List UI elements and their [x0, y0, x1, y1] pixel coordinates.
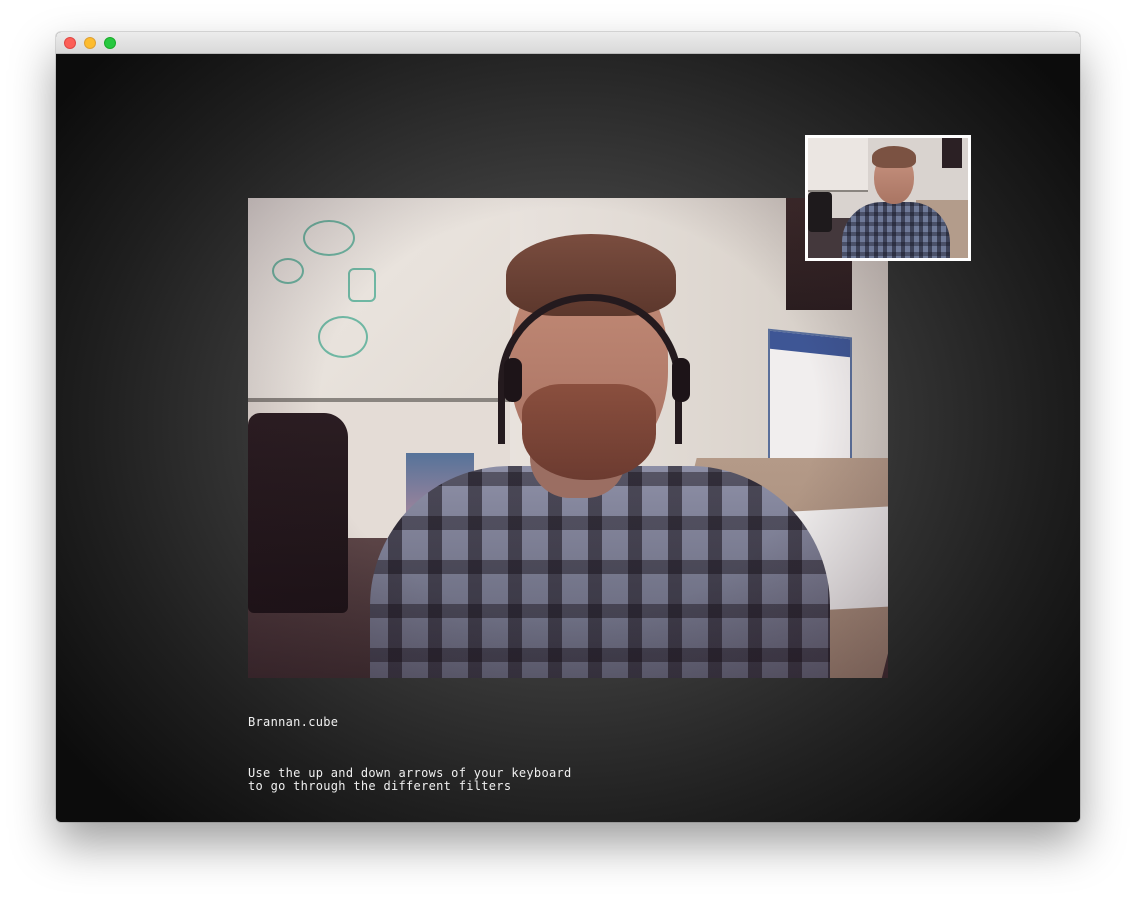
instructions-line-2: to go through the different filters [248, 779, 512, 793]
filter-vignette-overlay [248, 198, 888, 678]
minimize-window-button[interactable] [84, 37, 96, 49]
thumb-poster [942, 138, 962, 168]
self-view-thumbnail [805, 135, 971, 261]
thumb-whiteboard [808, 138, 868, 192]
app-content: Brannan.cube Use the up and down arrows … [56, 54, 1080, 822]
current-filter-name: Brannan.cube [248, 715, 339, 729]
zoom-window-button[interactable] [104, 37, 116, 49]
thumb-chair [808, 192, 832, 232]
main-video-feed [248, 198, 888, 678]
app-window: Brannan.cube Use the up and down arrows … [56, 32, 1080, 822]
close-window-button[interactable] [64, 37, 76, 49]
filter-instructions: Use the up and down arrows of your keybo… [248, 767, 572, 793]
title-bar[interactable] [56, 32, 1080, 54]
thumb-person-hair [872, 146, 916, 168]
thumb-person-shirt [842, 202, 950, 258]
instructions-line-1: Use the up and down arrows of your keybo… [248, 766, 572, 780]
